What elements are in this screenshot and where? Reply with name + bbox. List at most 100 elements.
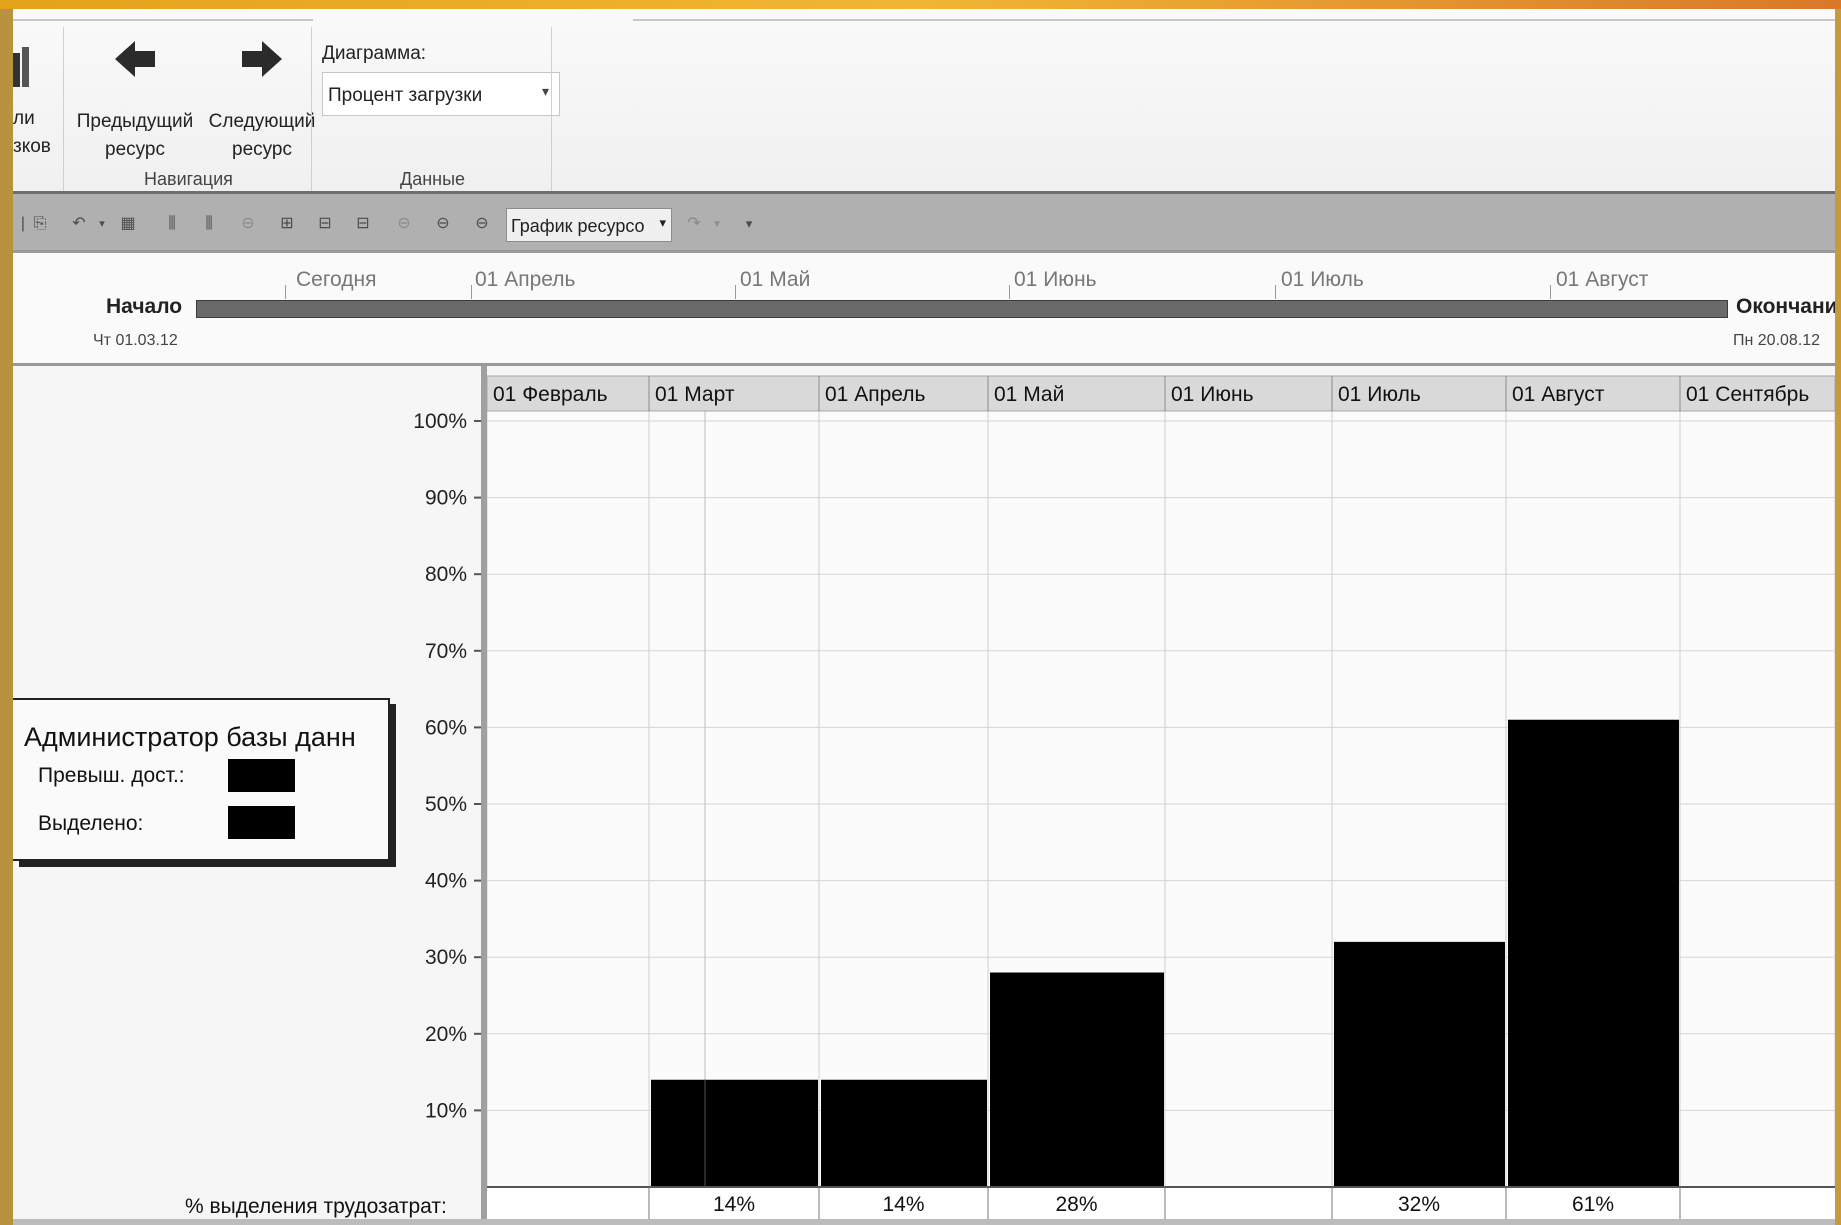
timeline-month-label: 01 Июль [1281,268,1364,291]
partial-button-label-line1: ли [13,108,35,129]
timeline-month-label: 01 Апрель [475,268,576,291]
timeline-month-label: 01 Май [740,268,811,291]
y-tick-label: 50% [425,793,467,816]
timeline-start-label: Начало [106,295,183,318]
timescale-header-label: 01 Февраль [493,383,608,406]
timeline-end-label: Окончани [1736,295,1835,318]
y-tick-label: 90% [425,487,467,510]
timescale-header-label: 01 Март [655,383,735,406]
y-tick-label: 30% [425,946,467,969]
ribbon-tab-edge [633,9,1835,21]
timeline-start-date: Чт 01.03.12 [93,332,178,349]
data-label: 14% [713,1193,755,1216]
chevron-down-icon: ▾ [541,83,549,99]
bar [1508,719,1679,1187]
zoom-in-icon[interactable]: ⊖ [433,214,453,234]
table-icon[interactable]: ▦ [118,214,138,234]
toolbar-options-icon[interactable]: ▾ [739,214,759,234]
redo-dropdown-icon[interactable]: ▾ [707,214,727,234]
previous-resource-label-2: ресурс [105,139,165,160]
undo-icon[interactable]: ↶ [69,214,89,234]
timeline-tick [1275,285,1276,299]
timeline-tick [285,285,286,299]
undo-dropdown-icon[interactable]: ▾ [92,214,112,234]
work-allocation-label: % выделения трудозатрат: [185,1195,447,1218]
next-resource-label-2: ресурс [232,139,292,160]
split-divider[interactable] [481,366,487,1225]
y-tick-label: 10% [425,1099,467,1122]
next-resource-label-1: Следующий [208,111,316,132]
data-label: 28% [1055,1193,1097,1216]
legend-title: Администратор базы данн [24,722,356,752]
legend-allocated-label: Выделено: [38,812,144,835]
toolbar: | ⎘ ↶ ▾ ▦ ⫼ ⫼ ⊖ ⊞ ⊟ ⊟ ⊖ ⊖ ⊖ График ресур… [13,191,1835,253]
bar [821,1079,987,1187]
copy-icon[interactable]: ⎘ [30,214,50,234]
partial-button-label[interactable]: ли зков [13,105,51,161]
timeline-bar[interactable] [196,300,1728,318]
data-label: 61% [1572,1193,1614,1216]
legend-allocated-swatch [228,806,295,839]
timescale-header-label: 01 Май [994,383,1064,406]
columns-split-icon[interactable]: ⫼ [199,214,219,234]
ribbon-tab-edge [13,9,313,21]
timescale-header-label: 01 Сентябрь [1686,383,1809,406]
bar [1334,941,1505,1187]
timeline-month-label: 01 Август [1556,268,1649,291]
grid-icon[interactable]: ⊞ [277,214,297,234]
zoom-icon[interactable]: ⊖ [394,214,414,234]
navigation-group-label: Навигация [144,169,233,189]
group-separator [311,27,312,195]
timescale-header-label: 01 Август [1512,383,1605,406]
bar [990,972,1164,1187]
view-select-value: График ресурсо [511,216,645,236]
data-label: 14% [882,1193,924,1216]
value-row [487,1187,1835,1219]
data-label: 32% [1398,1193,1440,1216]
timeline-tick [1009,285,1010,299]
group-separator [63,27,64,195]
y-tick-label: 60% [425,716,467,739]
outdent-icon[interactable]: ⊟ [353,214,373,234]
chevron-down-icon: ▾ [659,215,666,230]
y-tick-label: 70% [425,640,467,663]
indent-icon[interactable]: ⊟ [315,214,335,234]
timescale-header-label: 01 Июль [1338,383,1421,406]
timeline-tick [471,285,472,299]
diagram-label: Диаграмма: [322,43,427,64]
project-window: ли зков Предыдущий ресурс Следующий ресу… [13,9,1835,1225]
timeline-tick [735,285,736,299]
timeline: Сегодня 01 Апрель 01 Май 01 Июнь 01 Июль… [13,253,1835,366]
slide-top-stripe [0,0,1841,9]
previous-resource-button[interactable]: Предыдущий ресурс [75,39,195,164]
previous-resource-label-1: Предыдущий [76,111,194,132]
legend-overallocated-swatch [228,759,295,792]
data-group-label: Данные [400,169,466,189]
y-tick-label: 40% [425,870,467,893]
view-select[interactable]: График ресурсо ▾ [506,208,672,242]
columns-icon[interactable]: ⫼ [162,214,182,234]
timeline-today-label: Сегодня [296,268,377,291]
arrow-left-icon [115,41,155,77]
y-tick-label: 20% [425,1023,467,1046]
link-icon[interactable]: ⊖ [238,214,258,234]
ribbon: ли зков Предыдущий ресурс Следующий ресу… [13,9,1835,195]
resource-graph: 10% 20% 30% 40% 50% 60% 70% 80% 90% 100% 01 Феврал… [13,366,1835,1225]
redo-icon[interactable]: ↷ [684,214,704,234]
bar [651,1079,818,1187]
zoom-out-icon[interactable]: ⊖ [472,214,492,234]
timeline-tick [1550,285,1551,299]
y-tick-label: 100% [413,410,467,433]
diagram-select-value: Процент загрузки [328,85,483,106]
timescale-header-label: 01 Апрель [825,383,925,406]
arrow-right-icon [242,41,282,77]
timeline-month-label: 01 Июнь [1014,268,1097,291]
legend-box: Администратор базы данн Превыш. дост.: В… [13,698,390,861]
diagram-select[interactable]: Процент загрузки ▾ [322,72,560,116]
horizontal-scrollbar[interactable] [13,1219,1835,1225]
timescale-header-label: 01 Июнь [1171,383,1254,406]
next-resource-button[interactable]: Следующий ресурс [203,39,321,164]
partial-chart-icon [13,47,29,87]
legend-overallocated-label: Превыш. дост.: [38,764,185,787]
y-tick-label: 80% [425,563,467,586]
